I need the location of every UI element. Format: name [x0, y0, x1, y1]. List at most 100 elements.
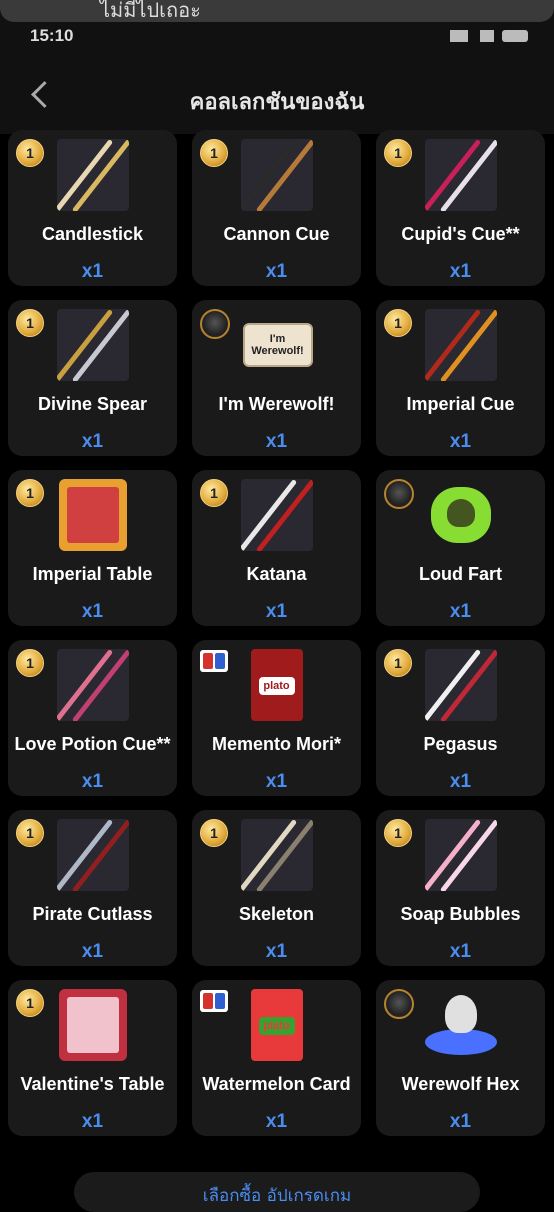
item-name: Soap Bubbles — [400, 904, 521, 924]
status-time: 15:10 — [30, 26, 74, 45]
cue-icon — [56, 649, 129, 721]
sign-text: I'm Werewolf! — [242, 323, 313, 367]
coin-badge-icon: 1 — [200, 479, 228, 507]
battery-icon — [502, 30, 528, 42]
bottom-action-bar[interactable]: เลือกซื้อ อัปเกรดเกม — [74, 1172, 480, 1212]
werewolf-badge-icon — [200, 309, 230, 339]
item-quantity: x1 — [81, 1111, 104, 1132]
coin-badge-icon: 1 — [384, 649, 412, 677]
item-quantity: x1 — [81, 771, 104, 792]
item-quantity: x1 — [449, 601, 472, 622]
item-quantity: x1 — [449, 941, 472, 962]
werewolf-badge-icon — [384, 479, 414, 509]
cue-icon — [424, 649, 497, 721]
item-name: Pegasus — [423, 734, 498, 754]
item-quantity: x1 — [265, 941, 288, 962]
table-icon — [57, 989, 129, 1061]
card-icon: plato — [241, 649, 313, 721]
coin-badge-icon: 1 — [16, 309, 44, 337]
item-quantity: x1 — [265, 601, 288, 622]
item-quantity: x1 — [449, 1111, 472, 1132]
collection-item-card[interactable]: 1 Cannon Cue x1 — [192, 130, 361, 286]
item-quantity: x1 — [265, 771, 288, 792]
item-quantity: x1 — [265, 1111, 288, 1132]
collection-item-card[interactable]: Loud Fart x1 — [376, 470, 545, 626]
item-name: Candlestick — [41, 224, 144, 244]
collection-grid: 1 Candlestick x1 1 Cannon Cue x1 1 Cupid's Cue*… — [8, 130, 554, 1136]
item-quantity: x1 — [265, 261, 288, 282]
katana-icon — [240, 479, 313, 551]
collection-item-card[interactable]: 1 Love Potion Cue** x1 — [8, 640, 177, 796]
notification-banner[interactable]: ไม่มีไปเถอะ — [0, 0, 554, 22]
item-name: Loud Fart — [419, 564, 502, 584]
cue-icon — [424, 309, 497, 381]
item-name: Katana — [246, 564, 307, 584]
item-quantity: x1 — [449, 771, 472, 792]
card-icon: plato — [241, 989, 313, 1061]
coin-badge-icon: 1 — [16, 819, 44, 847]
item-name: Werewolf Hex — [401, 1074, 520, 1094]
item-name: Pirate Cutlass — [32, 904, 153, 924]
coin-badge-icon: 1 — [16, 479, 44, 507]
coin-badge-icon: 1 — [200, 139, 228, 167]
collection-item-card[interactable]: 1 Cupid's Cue** x1 — [376, 130, 545, 286]
coin-badge-icon: 1 — [384, 309, 412, 337]
item-name: Imperial Table — [32, 564, 153, 584]
collection-item-card[interactable]: plato Watermelon Card x1 — [192, 980, 361, 1136]
card-text: plato — [258, 677, 295, 695]
item-name: Love Potion Cue** — [14, 734, 171, 754]
item-name: I'm Werewolf! — [218, 394, 335, 414]
item-name: Divine Spear — [37, 394, 148, 414]
plato-badge-icon — [200, 990, 228, 1012]
item-name: Memento Mori* — [211, 734, 341, 754]
collection-item-card[interactable]: 1 Pegasus x1 — [376, 640, 545, 796]
item-quantity: x1 — [81, 941, 104, 962]
cue-icon — [424, 139, 497, 211]
item-quantity: x1 — [81, 431, 104, 452]
system-icons — [450, 30, 530, 44]
skull-portal-icon — [424, 989, 497, 1061]
item-quantity: x1 — [265, 431, 288, 452]
collection-item-card[interactable]: 1 Candlestick x1 — [8, 130, 177, 286]
signal-icon — [450, 30, 468, 42]
coin-badge-icon: 1 — [384, 139, 412, 167]
item-quantity: x1 — [449, 431, 472, 452]
item-name: Skeleton — [238, 904, 315, 924]
card-text: plato — [258, 1017, 295, 1035]
collection-item-card[interactable]: Werewolf Hex x1 — [376, 980, 545, 1136]
collection-item-card[interactable]: 1 Pirate Cutlass x1 — [8, 810, 177, 966]
item-quantity: x1 — [81, 601, 104, 622]
collection-item-card[interactable]: I'm Werewolf! I'm Werewolf! x1 — [192, 300, 361, 456]
cue-icon — [56, 139, 129, 211]
coin-badge-icon: 1 — [16, 139, 44, 167]
skull-cloud-icon — [425, 479, 497, 551]
item-name: Valentine's Table — [20, 1074, 165, 1094]
page-title: คอลเลกชันของฉัน — [189, 90, 365, 115]
item-name: Imperial Cue — [406, 394, 515, 414]
collection-item-card[interactable]: 1 Valentine's Table x1 — [8, 980, 177, 1136]
collection-item-card[interactable]: 1 Skeleton x1 — [192, 810, 361, 966]
collection-item-card[interactable]: 1 Divine Spear x1 — [8, 300, 177, 456]
wifi-icon — [480, 30, 494, 42]
item-name: Cannon Cue — [223, 224, 330, 244]
notification-text: ไม่มีไปเถอะ — [100, 0, 201, 22]
coin-badge-icon: 1 — [200, 819, 228, 847]
sign-icon: I'm Werewolf! — [241, 309, 313, 381]
plato-badge-icon — [200, 650, 228, 672]
collection-item-card[interactable]: 1 Katana x1 — [192, 470, 361, 626]
bottom-action-label: เลือกซื้อ อัปเกรดเกม — [202, 1186, 352, 1206]
table-icon — [57, 479, 129, 551]
cutlass-icon — [56, 819, 129, 891]
cue-icon — [240, 819, 313, 891]
collection-item-card[interactable]: plato Memento Mori* x1 — [192, 640, 361, 796]
collection-item-card[interactable]: 1 Soap Bubbles x1 — [376, 810, 545, 966]
collection-item-card[interactable]: 1 Imperial Table x1 — [8, 470, 177, 626]
coin-badge-icon: 1 — [16, 649, 44, 677]
collection-item-card[interactable]: 1 Imperial Cue x1 — [376, 300, 545, 456]
coin-badge-icon: 1 — [384, 819, 412, 847]
item-quantity: x1 — [449, 261, 472, 282]
spear-icon — [56, 309, 129, 381]
cue-icon — [424, 819, 497, 891]
werewolf-badge-icon — [384, 989, 414, 1019]
coin-badge-icon: 1 — [16, 989, 44, 1017]
